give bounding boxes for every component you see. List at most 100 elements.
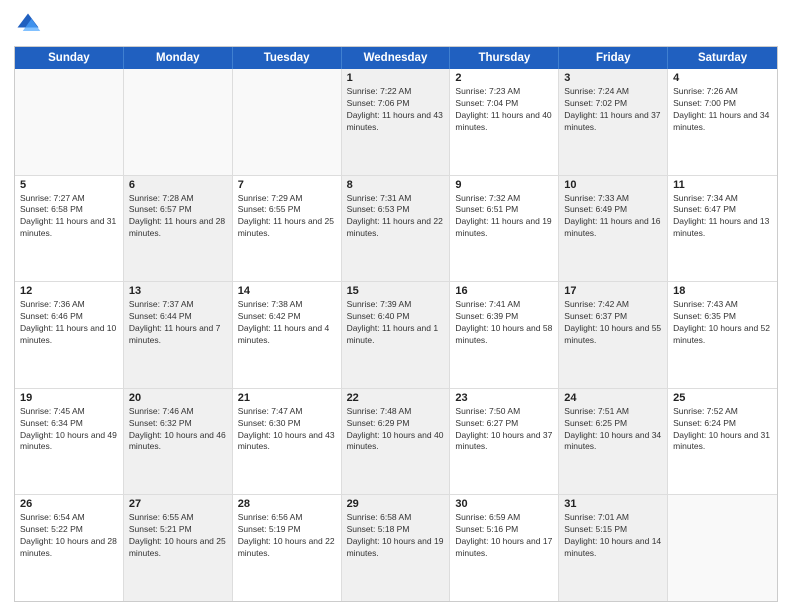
- calendar-cell: [15, 69, 124, 175]
- day-number: 24: [564, 392, 662, 404]
- calendar-cell: 8 Sunrise: 7:31 AM Sunset: 6:53 PM Daylig…: [342, 176, 451, 282]
- calendar-cell: 7 Sunrise: 7:29 AM Sunset: 6:55 PM Daylig…: [233, 176, 342, 282]
- cell-info: Sunrise: 7:23 AM Sunset: 7:04 PM Dayligh…: [455, 86, 553, 134]
- day-number: 26: [20, 498, 118, 510]
- day-number: 12: [20, 285, 118, 297]
- weekday-header: Wednesday: [342, 47, 451, 69]
- calendar-week: 26 Sunrise: 6:54 AM Sunset: 5:22 PM Dayli…: [15, 495, 777, 601]
- day-number: 19: [20, 392, 118, 404]
- calendar-cell: 11Sunrise: 7:34 AM Sunset: 6:47 PM Dayli…: [668, 176, 777, 282]
- cell-info: Sunrise: 7:32 AM Sunset: 6:51 PM Dayligh…: [455, 193, 553, 241]
- cell-info: Sunrise: 7:43 AM Sunset: 6:35 PM Dayligh…: [673, 299, 772, 347]
- calendar-cell: 25 Sunrise: 7:52 AM Sunset: 6:24 PM Dayli…: [668, 389, 777, 495]
- weekday-header: Sunday: [15, 47, 124, 69]
- day-number: 15: [347, 285, 445, 297]
- day-number: 3: [564, 72, 662, 84]
- page: SundayMondayTuesdayWednesdayThursdayFrid…: [0, 0, 792, 612]
- weekday-header: Friday: [559, 47, 668, 69]
- calendar-cell: 18 Sunrise: 7:43 AM Sunset: 6:35 PM Dayli…: [668, 282, 777, 388]
- cell-info: Sunrise: 6:58 AM Sunset: 5:18 PM Dayligh…: [347, 512, 445, 560]
- cell-info: Sunrise: 7:27 AM Sunset: 6:58 PM Dayligh…: [20, 193, 118, 241]
- calendar-week: 19 Sunrise: 7:45 AM Sunset: 6:34 PM Dayli…: [15, 389, 777, 496]
- calendar: SundayMondayTuesdayWednesdayThursdayFrid…: [14, 46, 778, 602]
- calendar-cell: [124, 69, 233, 175]
- cell-info: Sunrise: 6:55 AM Sunset: 5:21 PM Dayligh…: [129, 512, 227, 560]
- day-number: 29: [347, 498, 445, 510]
- cell-info: Sunrise: 7:29 AM Sunset: 6:55 PM Dayligh…: [238, 193, 336, 241]
- calendar-cell: 29 Sunrise: 6:58 AM Sunset: 5:18 PM Dayli…: [342, 495, 451, 601]
- cell-info: Sunrise: 7:28 AM Sunset: 6:57 PM Dayligh…: [129, 193, 227, 241]
- cell-info: Sunrise: 7:31 AM Sunset: 6:53 PM Dayligh…: [347, 193, 445, 241]
- day-number: 23: [455, 392, 553, 404]
- cell-info: Sunrise: 7:50 AM Sunset: 6:27 PM Dayligh…: [455, 406, 553, 454]
- calendar-cell: 5 Sunrise: 7:27 AM Sunset: 6:58 PM Daylig…: [15, 176, 124, 282]
- day-number: 5: [20, 179, 118, 191]
- calendar-cell: 15 Sunrise: 7:39 AM Sunset: 6:40 PM Dayli…: [342, 282, 451, 388]
- calendar-cell: 16Sunrise: 7:41 AM Sunset: 6:39 PM Dayli…: [450, 282, 559, 388]
- calendar-cell: 13 Sunrise: 7:37 AM Sunset: 6:44 PM Dayli…: [124, 282, 233, 388]
- calendar-cell: 1 Sunrise: 7:22 AM Sunset: 7:06 PM Daylig…: [342, 69, 451, 175]
- day-number: 1: [347, 72, 445, 84]
- calendar-week: 5 Sunrise: 7:27 AM Sunset: 6:58 PM Daylig…: [15, 176, 777, 283]
- calendar-cell: 17 Sunrise: 7:42 AM Sunset: 6:37 PM Dayli…: [559, 282, 668, 388]
- calendar-body: 1 Sunrise: 7:22 AM Sunset: 7:06 PM Daylig…: [15, 69, 777, 601]
- calendar-cell: 27Sunrise: 6:55 AM Sunset: 5:21 PM Dayli…: [124, 495, 233, 601]
- calendar-cell: 26 Sunrise: 6:54 AM Sunset: 5:22 PM Dayli…: [15, 495, 124, 601]
- day-number: 31: [564, 498, 662, 510]
- calendar-cell: 21 Sunrise: 7:47 AM Sunset: 6:30 PM Dayli…: [233, 389, 342, 495]
- calendar-cell: 31 Sunrise: 7:01 AM Sunset: 5:15 PM Dayli…: [559, 495, 668, 601]
- calendar-cell: 28Sunrise: 6:56 AM Sunset: 5:19 PM Dayli…: [233, 495, 342, 601]
- calendar-cell: 30 Sunrise: 6:59 AM Sunset: 5:16 PM Dayli…: [450, 495, 559, 601]
- weekday-header: Tuesday: [233, 47, 342, 69]
- header: [14, 10, 778, 38]
- calendar-cell: 14 Sunrise: 7:38 AM Sunset: 6:42 PM Dayli…: [233, 282, 342, 388]
- calendar-cell: 23 Sunrise: 7:50 AM Sunset: 6:27 PM Dayli…: [450, 389, 559, 495]
- cell-info: Sunrise: 7:24 AM Sunset: 7:02 PM Dayligh…: [564, 86, 662, 134]
- calendar-cell: [668, 495, 777, 601]
- day-number: 13: [129, 285, 227, 297]
- calendar-header: SundayMondayTuesdayWednesdayThursdayFrid…: [15, 47, 777, 69]
- day-number: 14: [238, 285, 336, 297]
- day-number: 9: [455, 179, 553, 191]
- cell-info: Sunrise: 7:37 AM Sunset: 6:44 PM Dayligh…: [129, 299, 227, 347]
- day-number: 4: [673, 72, 772, 84]
- day-number: 7: [238, 179, 336, 191]
- day-number: 17: [564, 285, 662, 297]
- cell-info: Sunrise: 7:45 AM Sunset: 6:34 PM Dayligh…: [20, 406, 118, 454]
- calendar-cell: 9 Sunrise: 7:32 AM Sunset: 6:51 PM Daylig…: [450, 176, 559, 282]
- cell-info: Sunrise: 7:33 AM Sunset: 6:49 PM Dayligh…: [564, 193, 662, 241]
- day-number: 21: [238, 392, 336, 404]
- day-number: 2: [455, 72, 553, 84]
- cell-info: Sunrise: 7:42 AM Sunset: 6:37 PM Dayligh…: [564, 299, 662, 347]
- cell-info: Sunrise: 7:48 AM Sunset: 6:29 PM Dayligh…: [347, 406, 445, 454]
- calendar-cell: 19 Sunrise: 7:45 AM Sunset: 6:34 PM Dayli…: [15, 389, 124, 495]
- day-number: 10: [564, 179, 662, 191]
- day-number: 22: [347, 392, 445, 404]
- cell-info: Sunrise: 7:52 AM Sunset: 6:24 PM Dayligh…: [673, 406, 772, 454]
- cell-info: Sunrise: 7:47 AM Sunset: 6:30 PM Dayligh…: [238, 406, 336, 454]
- logo: [14, 10, 46, 38]
- cell-info: Sunrise: 7:46 AM Sunset: 6:32 PM Dayligh…: [129, 406, 227, 454]
- calendar-cell: 12Sunrise: 7:36 AM Sunset: 6:46 PM Dayli…: [15, 282, 124, 388]
- cell-info: Sunrise: 7:26 AM Sunset: 7:00 PM Dayligh…: [673, 86, 772, 134]
- cell-info: Sunrise: 7:38 AM Sunset: 6:42 PM Dayligh…: [238, 299, 336, 347]
- day-number: 30: [455, 498, 553, 510]
- cell-info: Sunrise: 7:39 AM Sunset: 6:40 PM Dayligh…: [347, 299, 445, 347]
- calendar-cell: 6 Sunrise: 7:28 AM Sunset: 6:57 PM Daylig…: [124, 176, 233, 282]
- day-number: 16: [455, 285, 553, 297]
- calendar-cell: 10 Sunrise: 7:33 AM Sunset: 6:49 PM Dayli…: [559, 176, 668, 282]
- cell-info: Sunrise: 7:34 AM Sunset: 6:47 PM Dayligh…: [673, 193, 772, 241]
- cell-info: Sunrise: 6:59 AM Sunset: 5:16 PM Dayligh…: [455, 512, 553, 560]
- cell-info: Sunrise: 6:54 AM Sunset: 5:22 PM Dayligh…: [20, 512, 118, 560]
- day-number: 28: [238, 498, 336, 510]
- cell-info: Sunrise: 7:22 AM Sunset: 7:06 PM Dayligh…: [347, 86, 445, 134]
- cell-info: Sunrise: 7:01 AM Sunset: 5:15 PM Dayligh…: [564, 512, 662, 560]
- day-number: 25: [673, 392, 772, 404]
- day-number: 6: [129, 179, 227, 191]
- calendar-cell: 2 Sunrise: 7:23 AM Sunset: 7:04 PM Daylig…: [450, 69, 559, 175]
- calendar-cell: 24Sunrise: 7:51 AM Sunset: 6:25 PM Dayli…: [559, 389, 668, 495]
- calendar-week: 12Sunrise: 7:36 AM Sunset: 6:46 PM Dayli…: [15, 282, 777, 389]
- day-number: 8: [347, 179, 445, 191]
- day-number: 20: [129, 392, 227, 404]
- day-number: 18: [673, 285, 772, 297]
